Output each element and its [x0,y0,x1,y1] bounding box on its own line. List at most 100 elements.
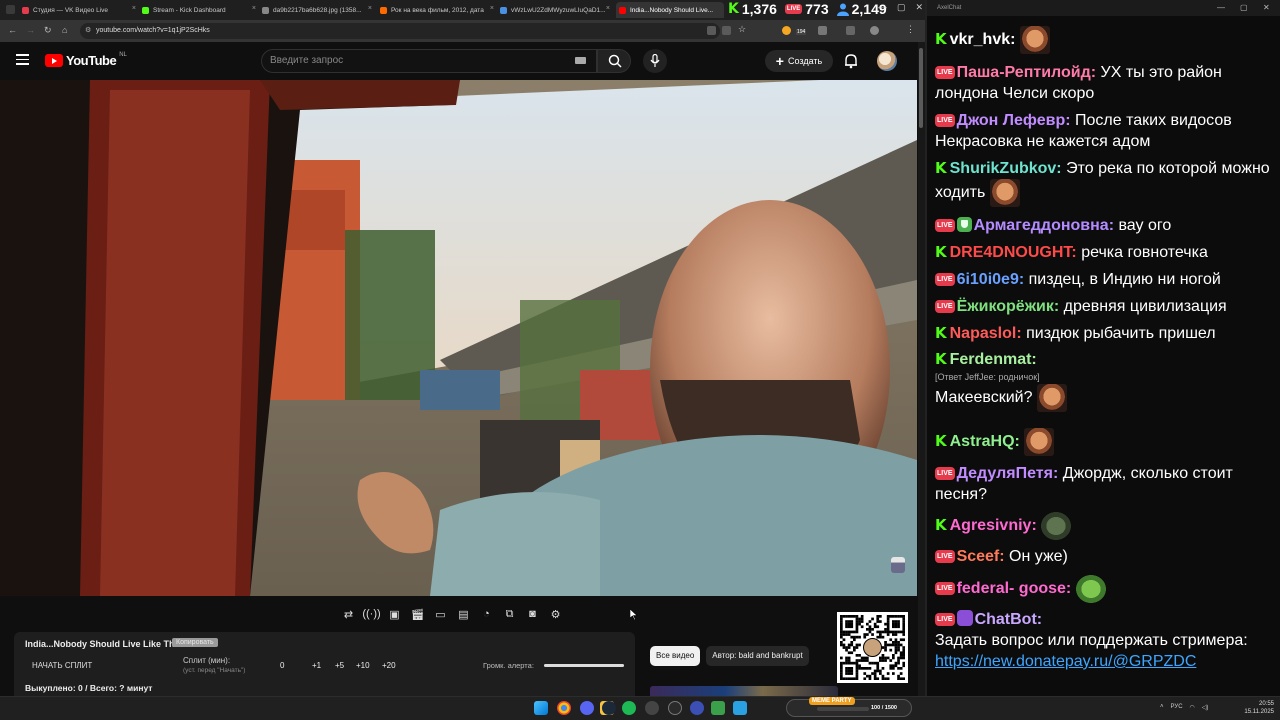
speed-icon[interactable]: ◔ [478,606,495,622]
extension-icon[interactable] [818,26,827,35]
tab-close-icon[interactable]: × [490,5,494,12]
page-scrollbar-thumb[interactable] [919,48,923,128]
translate-icon[interactable] [722,26,731,35]
tab-close-icon[interactable]: × [132,5,136,12]
hamburger-menu-icon[interactable] [16,54,29,65]
broadcast-icon[interactable]: ((·)) [362,606,380,622]
related-video-thumbnails[interactable] [650,686,838,696]
split-minutes-value[interactable]: 0 [280,661,284,670]
extension-icon[interactable] [782,26,791,35]
window-icon[interactable]: ▭ [432,606,449,622]
chat-username[interactable]: Джон Лефевр: [957,112,1071,129]
account-avatar[interactable] [877,51,897,71]
browser-tab[interactable]: Stream - Kick Dashboard × [142,2,258,18]
discord-icon[interactable] [580,701,594,715]
chat-username[interactable]: ДедуляПетя: [957,465,1059,482]
browser-tab[interactable]: da9b2217ba6b628.jpg (1358... × [262,2,374,18]
chip-author[interactable]: Автор: bald and bankrupt [706,646,809,666]
add-20-button[interactable]: +20 [382,661,396,670]
chat-username[interactable]: Napaslol: [950,325,1022,342]
clapper-icon[interactable]: 🎬︎ [409,606,426,622]
zoom-icon[interactable] [707,26,716,35]
notifications-bell-icon[interactable] [843,53,859,69]
home-icon[interactable]: ⌂ [62,25,67,35]
volume-icon[interactable]: ◁) [1202,704,1209,711]
add-1-button[interactable]: +1 [312,661,321,670]
chat-username[interactable]: AstraHQ: [950,433,1020,450]
spotify-icon[interactable] [622,701,636,715]
tab-close-icon[interactable]: × [368,5,372,12]
start-split-button[interactable]: НАЧАТЬ СПЛИТ [32,661,92,670]
app-icon[interactable] [690,701,704,715]
minimize-icon[interactable]: — [878,2,887,13]
create-button[interactable]: + Создать [765,50,833,72]
chat-username[interactable]: 6i10i0e9: [957,271,1025,288]
profile-icon[interactable] [870,26,879,35]
channel-watermark[interactable] [891,557,905,573]
chat-username[interactable]: ChatBot: [975,611,1043,628]
gear-icon[interactable]: ⚙ [547,606,564,622]
chat-username[interactable]: Ferdenmat: [950,351,1037,368]
start-icon[interactable] [534,701,548,715]
chat-username[interactable]: Ёжикорёжик: [957,298,1060,315]
copy-title-button[interactable]: Копировать [172,638,218,647]
page-scrollbar[interactable] [918,42,925,696]
search-button[interactable] [597,49,631,73]
tab-search-icon[interactable] [6,5,15,14]
keyboard-icon[interactable] [575,57,586,64]
url-field[interactable]: ⚙ youtube.com/watch?v=1q1jP2ScHks [80,23,720,39]
video-player[interactable] [0,80,917,596]
meme-party-widget[interactable]: MEME PARTY 100 / 1500 [786,697,912,717]
maximize-icon[interactable]: ▢ [897,2,906,13]
back-icon[interactable]: ← [8,25,17,35]
browser-tab[interactable]: Рок на века фильм, 2012, дата × [380,2,496,18]
tab-close-icon[interactable]: × [606,5,610,12]
reload-icon[interactable]: ↻ [44,25,52,36]
chat-username[interactable]: federal- goose: [957,580,1072,597]
maximize-icon[interactable]: ▢ [1240,0,1248,16]
app-icon[interactable] [645,701,659,715]
vk-live-icon: LIVE [784,4,803,14]
chip-all-videos[interactable]: Все видео [650,646,701,666]
chevron-up-icon[interactable]: ˄ [1160,704,1164,711]
menu-icon[interactable]: ⋮ [906,24,915,34]
donation-link[interactable]: https://new.donatepay.ru/@GRPZDC [935,653,1196,670]
obs-icon[interactable] [668,701,682,715]
browser-tab-active[interactable]: India...Nobody Should Live... [616,2,724,18]
tab-close-icon[interactable]: × [252,5,256,12]
repeat-icon[interactable]: ⇄ [340,606,357,622]
close-icon[interactable]: ✕ [916,2,924,13]
chat-username[interactable]: Sceef: [957,548,1005,565]
cast-icon[interactable]: ▣ [386,606,403,622]
app-icon[interactable] [711,701,725,715]
browser-tab[interactable]: vWzLwU2ZdMWyzuwLIuQaD1... × [500,2,612,18]
chat-username[interactable]: Армагеддоновна: [974,217,1114,234]
chrome-icon[interactable] [557,701,571,715]
chat-username[interactable]: DRE4DNOUGHT: [950,244,1077,261]
pip-icon[interactable]: ⧉ [501,606,518,622]
close-icon[interactable]: ✕ [1263,0,1270,16]
youtube-logo[interactable]: YouTube NL [45,52,127,68]
chat-username[interactable]: ShurikZubkov: [950,160,1062,177]
bookmark-star-icon[interactable]: ☆ [738,24,747,34]
wifi-icon[interactable]: ◠ [1190,704,1195,711]
chat-username[interactable]: Agresivniy: [950,517,1037,534]
chat-text: пиздюк рыбачить пришел [1026,325,1216,342]
chat-username[interactable]: Паша-Рептилойд: [957,64,1097,81]
site-info-icon[interactable]: ⚙ [85,23,91,39]
lang-indicator[interactable]: РУС [1171,704,1183,711]
add-10-button[interactable]: +10 [356,661,370,670]
search-input[interactable]: Введите запрос [261,49,597,73]
telegram-icon[interactable] [733,701,747,715]
chat-username[interactable]: vkr_hvk: [950,31,1016,48]
add-5-button[interactable]: +5 [335,661,344,670]
camera-icon[interactable]: ◙ [524,606,541,622]
minimize-icon[interactable]: — [1217,0,1225,16]
steam-icon[interactable] [602,701,616,715]
taskbar-clock[interactable]: 20:55 15.11.2025 [1240,700,1274,716]
download-icon[interactable] [846,26,855,35]
subtitles-icon[interactable]: ▤ [455,606,472,622]
forward-icon[interactable]: → [26,25,35,35]
browser-tab[interactable]: Студия — VK Видео Live × [22,2,138,18]
voice-search-button[interactable] [643,49,667,73]
